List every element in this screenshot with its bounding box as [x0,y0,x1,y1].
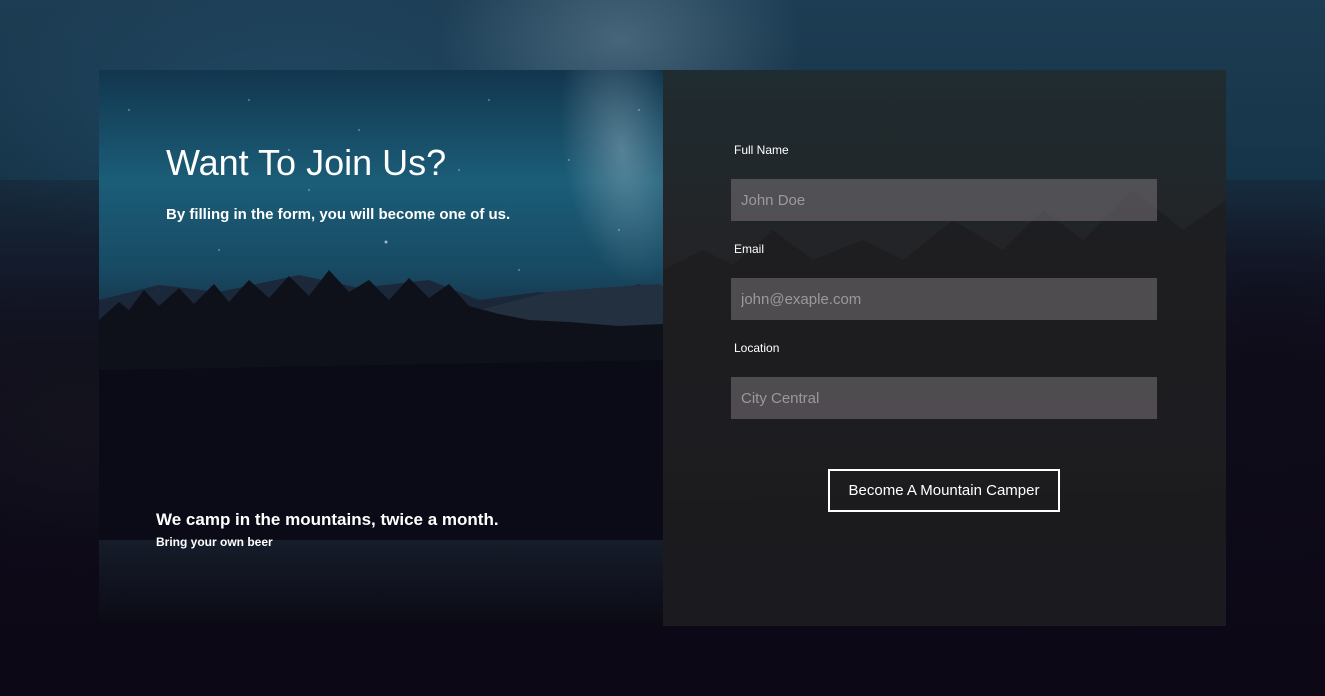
form-panel: Full Name Email Location Become A Mounta… [663,70,1226,626]
location-label: Location [734,341,780,355]
email-input[interactable] [731,278,1157,320]
full-name-input[interactable] [731,179,1157,221]
page-subtitle: By filling in the form, you will become … [166,206,511,223]
tagline-sub: Bring your own beer [156,535,273,549]
tagline: We camp in the mountains, twice a month. [156,510,499,529]
become-camper-button[interactable]: Become A Mountain Camper [828,469,1060,512]
page-title: Want To Join Us? [166,142,447,183]
lake-reflection [99,540,663,626]
email-label: Email [734,242,765,256]
hero-panel: Want To Join Us? By filling in the form,… [99,70,663,626]
location-input[interactable] [731,377,1157,419]
signup-card: Want To Join Us? By filling in the form,… [99,70,1226,626]
full-name-label: Full Name [734,143,789,157]
